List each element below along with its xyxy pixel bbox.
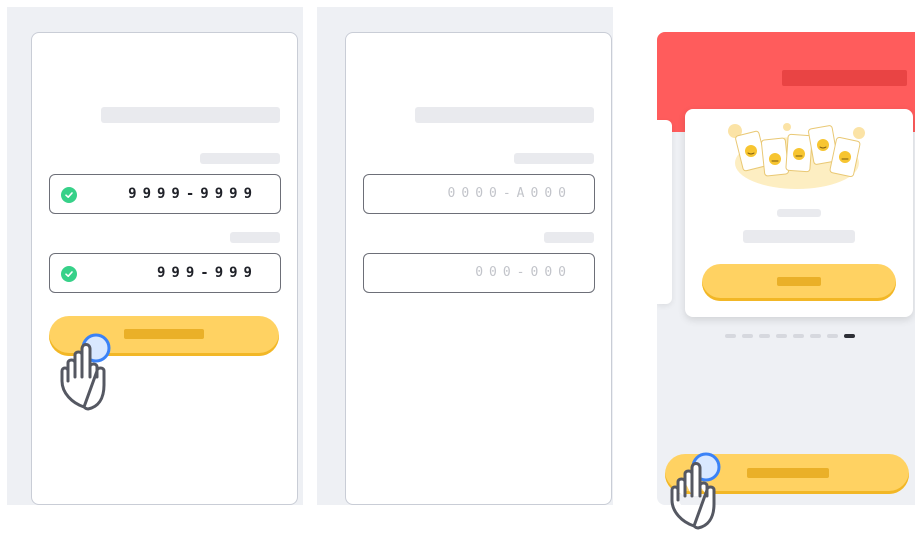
phone-screen-carousel <box>657 32 915 505</box>
card-title-placeholder <box>743 230 855 243</box>
label-placeholder <box>544 232 594 243</box>
carousel-pagination <box>725 334 855 338</box>
title-placeholder <box>415 107 594 123</box>
tap-hand-icon <box>670 452 721 530</box>
code-input-2-value: 999-999 <box>156 265 258 281</box>
code-input-empty-2-placeholder: 000-000 <box>475 265 572 280</box>
pagination-dot[interactable] <box>759 334 770 338</box>
pagination-dot[interactable] <box>742 334 753 338</box>
button-label-placeholder <box>747 468 829 478</box>
pagination-dot[interactable] <box>776 334 787 338</box>
label-placeholder <box>200 153 280 164</box>
label-placeholder <box>514 153 594 164</box>
code-input-empty-2[interactable]: 000-000 <box>363 253 595 293</box>
pagination-dot-active[interactable] <box>844 334 855 338</box>
pagination-dot[interactable] <box>827 334 838 338</box>
button-label-placeholder <box>777 277 821 286</box>
code-input-1[interactable]: 9999-9999 <box>49 174 281 214</box>
title-placeholder <box>101 107 280 123</box>
pagination-dot[interactable] <box>810 334 821 338</box>
pagination-dot[interactable] <box>725 334 736 338</box>
phone-screen-empty: 0000-A000 000-000 <box>345 32 612 505</box>
card-subtitle-placeholder <box>777 209 821 217</box>
code-input-empty-1-placeholder: 0000-A000 <box>447 186 572 201</box>
check-icon <box>61 266 77 282</box>
button-label-placeholder <box>124 329 204 339</box>
check-icon <box>61 187 77 203</box>
code-input-1-value: 9999-9999 <box>128 186 258 202</box>
tap-hand-icon <box>60 333 111 411</box>
phone-screen-filled: 9999-9999 999-999 <box>31 32 298 505</box>
previous-card-peek <box>657 120 672 304</box>
pagination-dot[interactable] <box>793 334 804 338</box>
card-action-button[interactable] <box>702 264 896 301</box>
header-title-placeholder <box>782 70 907 86</box>
label-placeholder <box>230 232 280 243</box>
emoji-cards-illustration <box>728 123 865 189</box>
code-input-empty-1[interactable]: 0000-A000 <box>363 174 595 214</box>
code-input-2[interactable]: 999-999 <box>49 253 281 293</box>
carousel-card <box>685 109 913 317</box>
tutorial-illustration: 9999-9999 999-999 0000-A000 000-000 <box>0 0 915 542</box>
